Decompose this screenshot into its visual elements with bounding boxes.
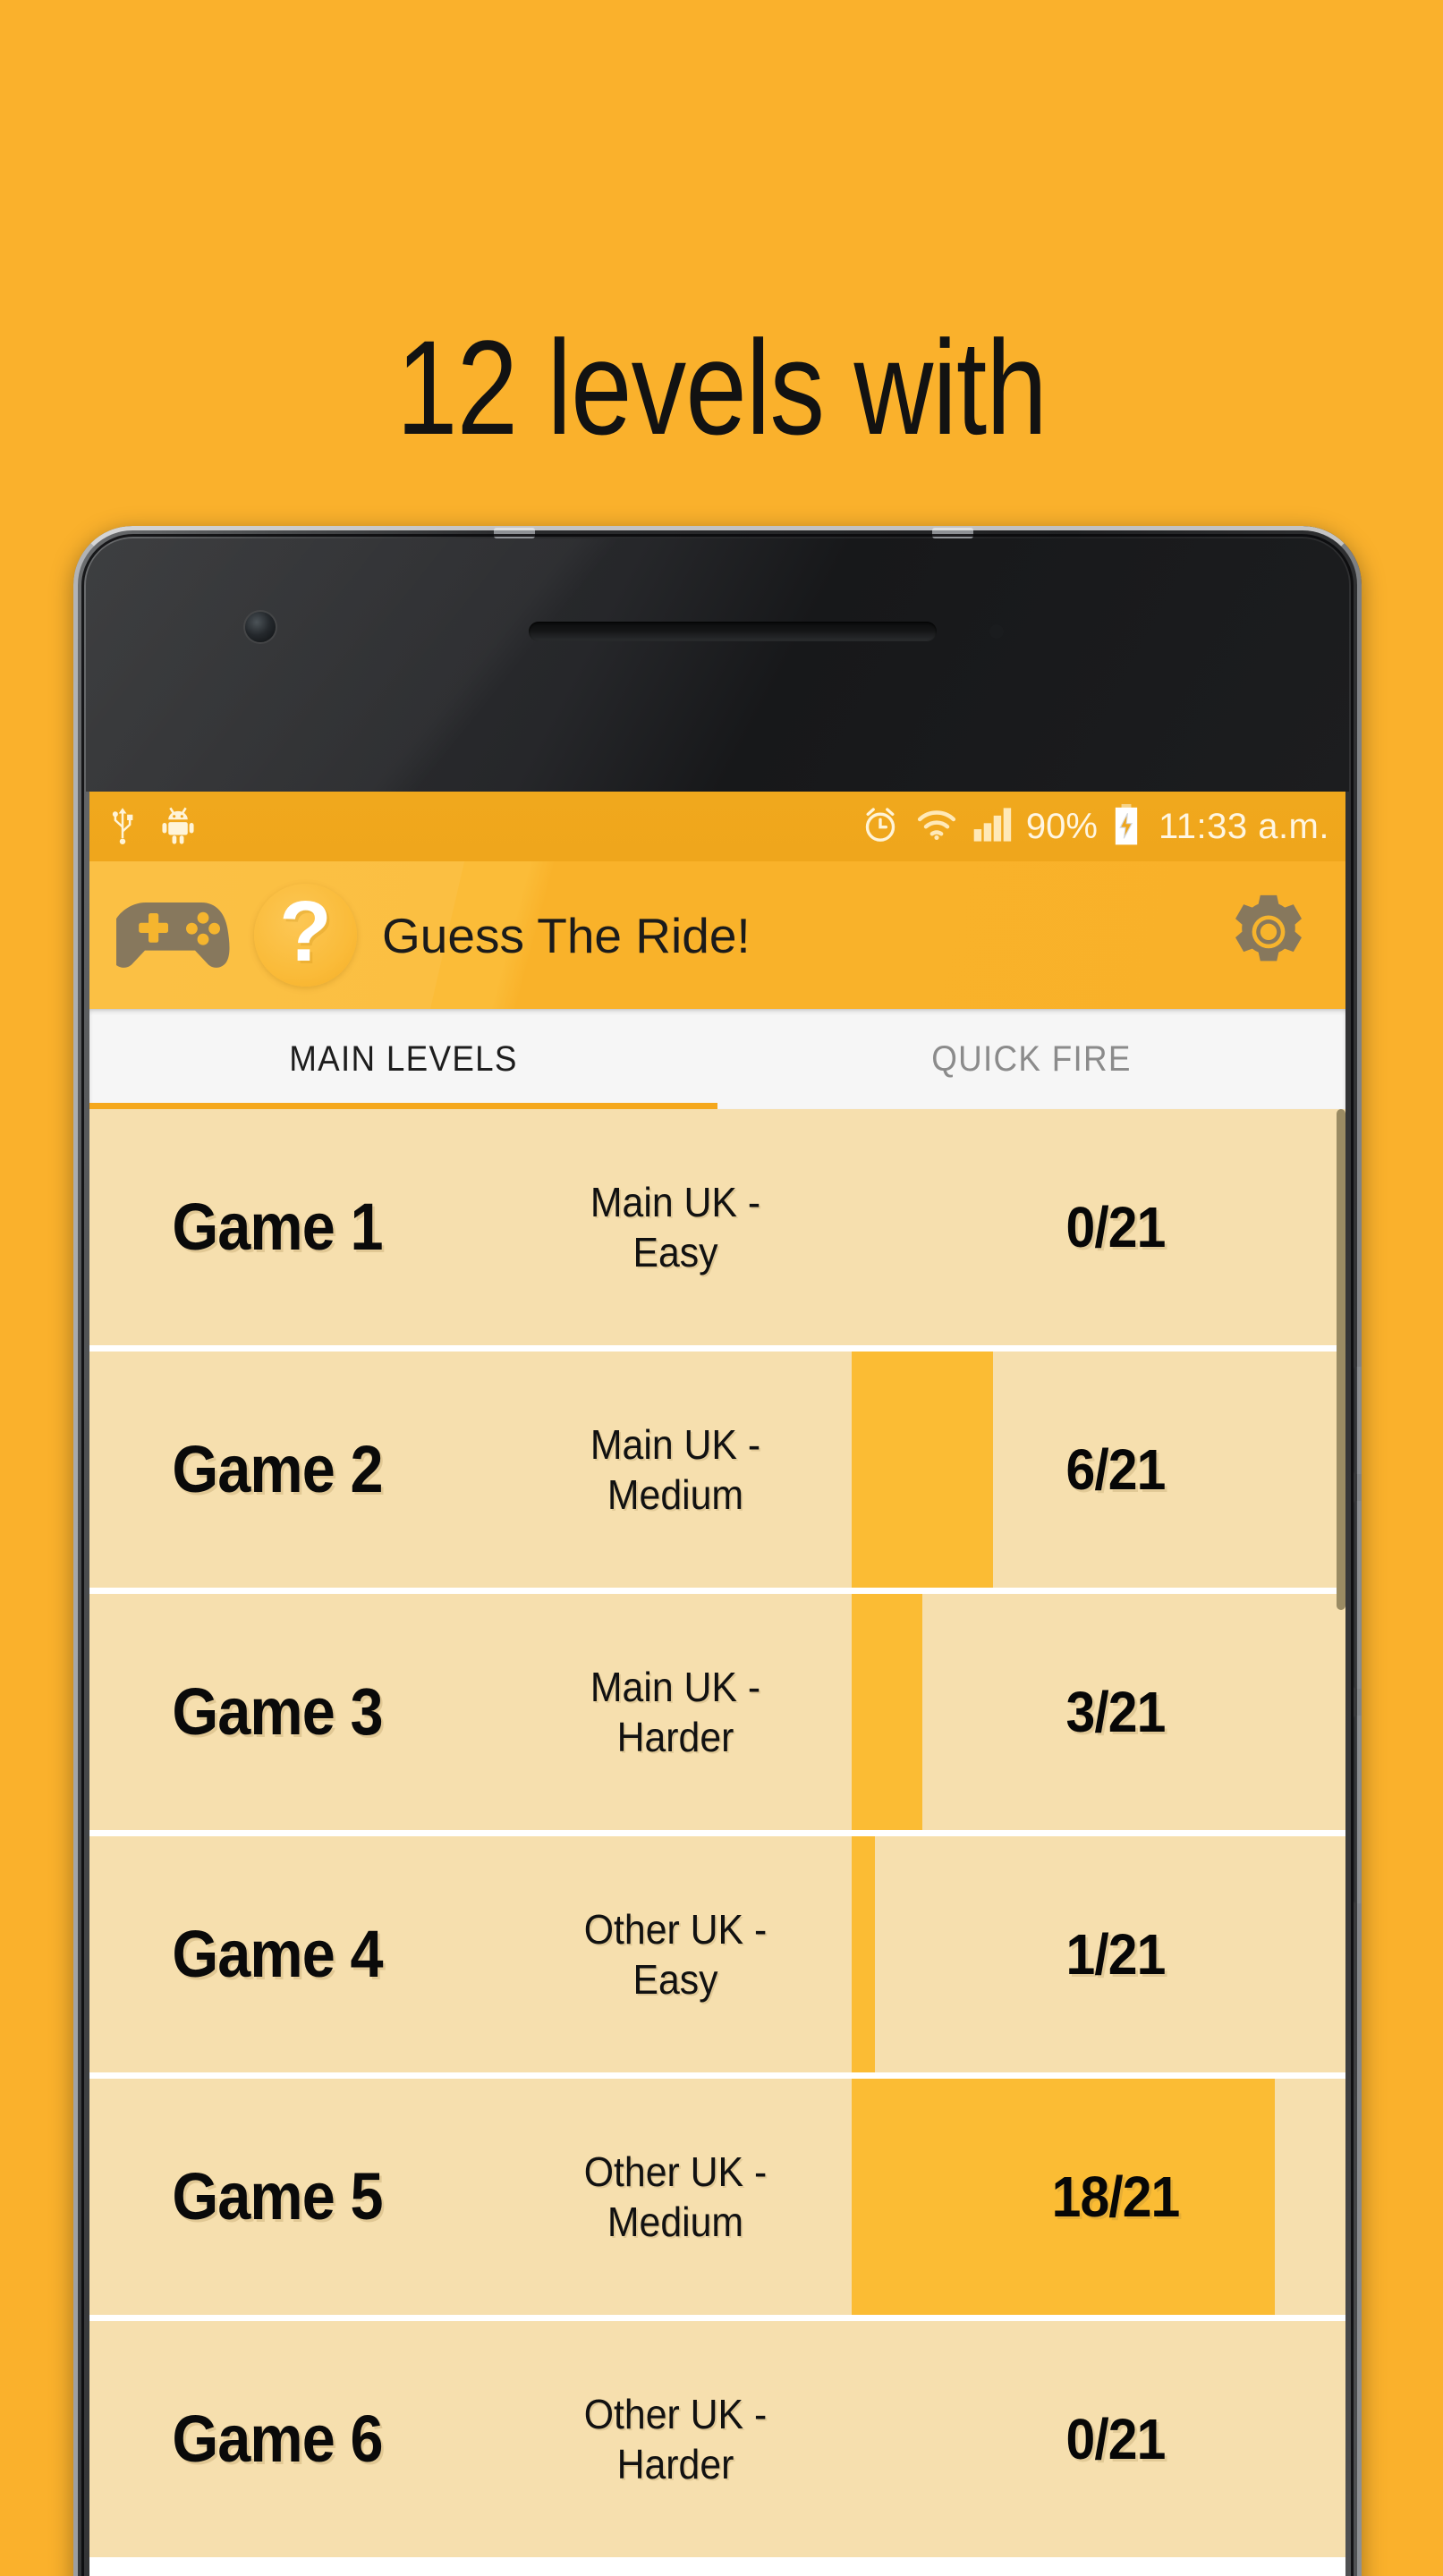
level-description: Other UK - Medium: [583, 2148, 768, 2245]
volume-down-button[interactable]: [1354, 1716, 1362, 1903]
level-description: Other UK - Easy: [583, 1905, 768, 2003]
signal-icon: [972, 806, 1012, 848]
level-score: 6/21: [1065, 1437, 1167, 1502]
level-description: Other UK - Harder: [583, 2390, 768, 2487]
question-mark-icon: ?: [279, 883, 332, 979]
level-name: Game 6: [172, 2401, 383, 2476]
status-bar-left-icons: [109, 804, 197, 850]
phone-screen: 90% 11:33 a.m. ? Guess The Ride! MAIN LE…: [89, 792, 1345, 2576]
tab-quick-fire[interactable]: QUICK FIRE: [743, 1009, 1320, 1109]
table-row[interactable]: Game 3 Main UK - Harder 3/21: [89, 1594, 1345, 1836]
front-camera: [245, 612, 276, 642]
list-scrollbar-thumb[interactable]: [1337, 1109, 1345, 1610]
antenna-nub-right: [932, 528, 973, 538]
status-bar-right-icons: 90% 11:33 a.m.: [860, 803, 1329, 851]
table-row[interactable]: Game 4 Other UK - Easy 1/21: [89, 1836, 1345, 2079]
alarm-icon: [860, 804, 901, 850]
promo-headline-line-1: 12 levels with: [396, 312, 1048, 462]
wifi-icon: [915, 807, 958, 847]
table-row[interactable]: Game 6 Other UK - Harder 0/21: [89, 2321, 1345, 2563]
level-name: Game 4: [172, 1916, 383, 1991]
android-status-bar: 90% 11:33 a.m.: [89, 792, 1345, 861]
battery-charging-icon: [1112, 803, 1141, 851]
app-bar: ? Guess The Ride!: [89, 861, 1345, 1009]
table-row[interactable]: Game 2 Main UK - Medium 6/21: [89, 1352, 1345, 1594]
tab-active-indicator: [89, 1103, 717, 1109]
screen-glass-reflection: [86, 538, 982, 792]
app-title: Guess The Ride!: [382, 907, 751, 963]
level-description: Main UK - Medium: [590, 1420, 761, 1518]
earpiece-speaker: [529, 622, 937, 641]
list-scrollbar[interactable]: [1337, 1109, 1345, 2576]
phone-device: 90% 11:33 a.m. ? Guess The Ride! MAIN LE…: [73, 526, 1362, 2576]
battery-percent-label: 90%: [1025, 806, 1098, 846]
help-badge-button[interactable]: ?: [254, 884, 357, 987]
status-bar-clock: 11:33 a.m.: [1158, 806, 1329, 846]
level-score: 0/21: [1065, 2407, 1167, 2471]
level-name: Game 5: [172, 2158, 383, 2233]
level-description: Main UK - Easy: [590, 1178, 761, 1275]
gamepad-icon[interactable]: [110, 892, 231, 979]
level-name: Game 3: [172, 1674, 383, 1749]
volume-up-button[interactable]: [1354, 1501, 1362, 1689]
usb-icon: [109, 804, 136, 850]
level-score: 18/21: [1051, 2165, 1181, 2229]
tab-main-levels[interactable]: MAIN LEVELS: [115, 1009, 692, 1109]
phone-top-bezel: [86, 538, 1349, 792]
level-description: Main UK - Harder: [590, 1663, 761, 1760]
level-name: Game 2: [172, 1431, 383, 1506]
level-score: 3/21: [1065, 1680, 1167, 1744]
gear-icon[interactable]: [1227, 892, 1310, 979]
level-score: 1/21: [1065, 1922, 1167, 1987]
tab-bar: MAIN LEVELS QUICK FIRE: [89, 1009, 1345, 1109]
level-list[interactable]: Game 1 Main UK - Easy 0/21 Game 2 Main UK - …: [89, 1109, 1345, 2576]
table-row[interactable]: Game 1 Main UK - Easy 0/21: [89, 1109, 1345, 1352]
table-row[interactable]: Game 5 Other UK - Medium 18/21: [89, 2079, 1345, 2321]
antenna-nub-left: [494, 528, 535, 538]
proximity-sensor: [989, 624, 1004, 639]
level-score: 0/21: [1065, 1195, 1167, 1259]
level-name: Game 1: [172, 1189, 383, 1264]
android-debug-icon: [159, 804, 197, 850]
power-button[interactable]: [1354, 1367, 1362, 1474]
